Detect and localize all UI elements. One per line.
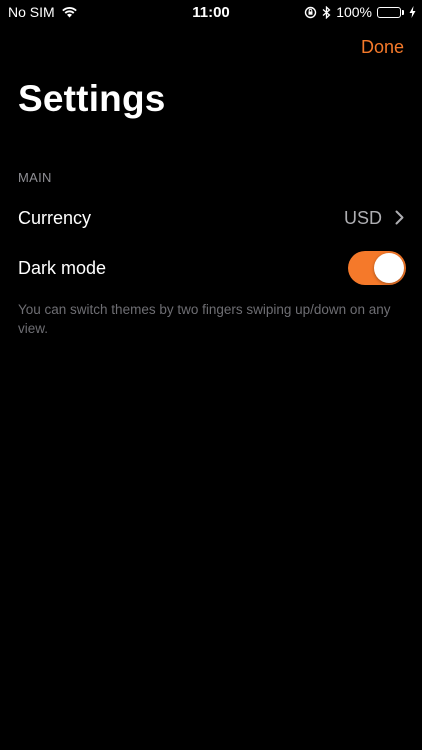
dark-mode-label: Dark mode [18, 257, 107, 278]
done-button[interactable]: Done [361, 37, 404, 58]
theme-hint-text: You can switch themes by two fingers swi… [18, 302, 391, 336]
dark-mode-row: Dark mode [0, 243, 422, 293]
bluetooth-icon [322, 5, 331, 19]
chevron-right-icon [395, 210, 404, 230]
dark-mode-toggle[interactable] [348, 251, 406, 285]
battery-percent: 100% [336, 4, 372, 20]
currency-row[interactable]: Currency USD [0, 193, 422, 243]
page-title: Settings [18, 78, 166, 119]
orientation-lock-icon [304, 6, 317, 19]
currency-label: Currency [18, 207, 92, 228]
charging-bolt-icon [409, 6, 416, 18]
section-header-main: MAIN [18, 170, 52, 185]
toggle-knob [374, 253, 404, 283]
currency-value: USD [343, 207, 382, 228]
status-bar: No SIM 11:00 100% [0, 0, 422, 24]
status-right: 100% [304, 4, 416, 20]
battery-icon [377, 6, 404, 18]
